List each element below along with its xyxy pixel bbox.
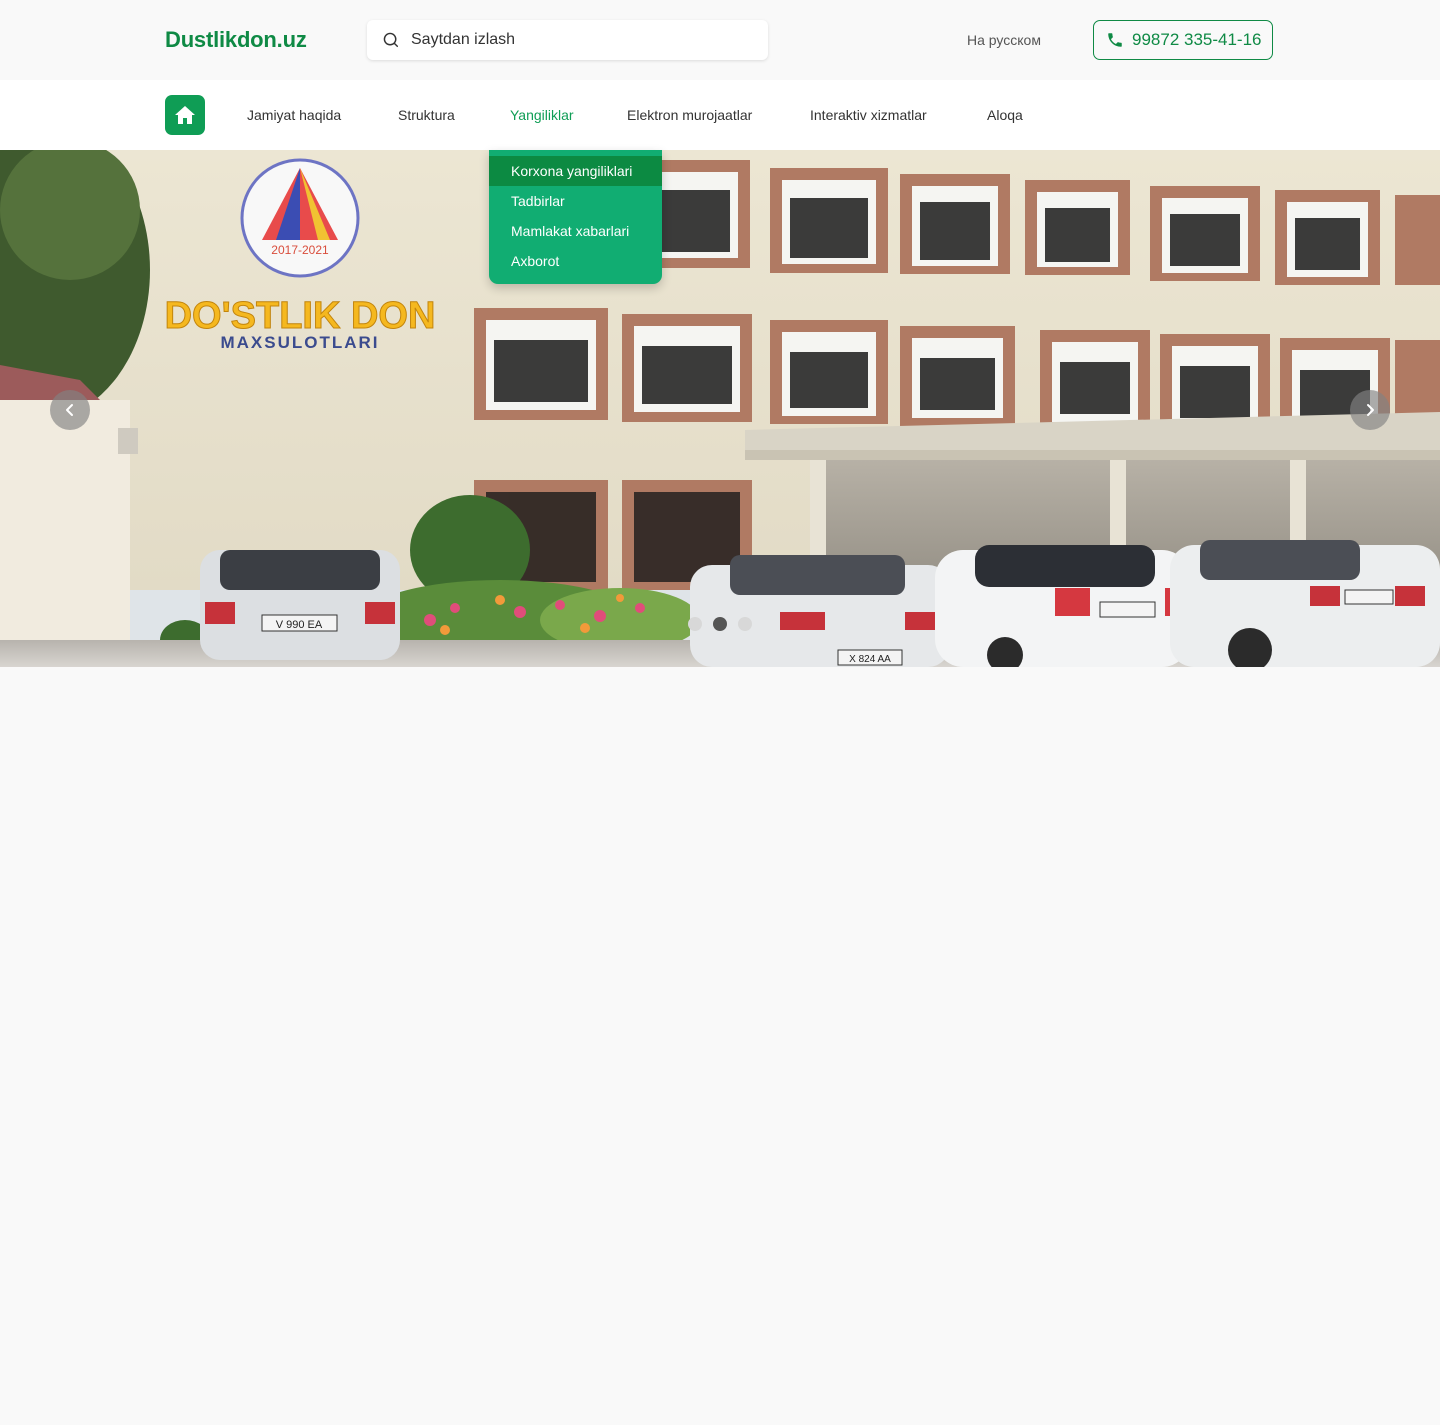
building-sign-main: DO'STLIK DON (165, 295, 436, 337)
chevron-right-icon (1367, 404, 1374, 416)
chevron-left-icon (66, 404, 73, 416)
top-header: Dustlikdon.uz На русском 99872 335-41-16 (0, 0, 1440, 80)
slider-next-button[interactable] (1350, 390, 1390, 430)
site-logo[interactable]: Dustlikdon.uz (165, 27, 307, 53)
search-input[interactable] (411, 31, 741, 49)
home-button[interactable] (165, 95, 205, 135)
nav-item-aloqa[interactable]: Aloqa (987, 107, 1023, 123)
building-sign-sub: MAXSULOTLARI (220, 333, 379, 352)
language-switch-link[interactable]: На русском (967, 32, 1041, 48)
dropdown-item-korxona-yangiliklari[interactable]: Korxona yangiliklari (489, 156, 662, 186)
nav-item-interaktiv-xizmatlar[interactable]: Interaktiv xizmatlar (810, 107, 927, 123)
emblem-years: 2017-2021 (271, 243, 329, 257)
phone-icon (1108, 33, 1122, 47)
home-icon (175, 106, 195, 124)
dropdown-item-mamlakat-xabarlari[interactable]: Mamlakat xabarlari (489, 216, 662, 246)
yangiliklar-dropdown-menu: Korxona yangiliklari Tadbirlar Mamlakat … (489, 150, 662, 284)
phone-number: 99872 335-41-16 (1132, 30, 1262, 49)
nav-item-jamiyat-haqida[interactable]: Jamiyat haqida (247, 107, 341, 123)
nav-item-struktura[interactable]: Struktura (398, 107, 455, 123)
slider-dot-2[interactable] (713, 617, 727, 631)
license-plate-2: X 824 AA (849, 654, 891, 665)
slider-dot-1[interactable] (688, 617, 702, 631)
search-box[interactable] (367, 20, 768, 60)
slider-pagination (688, 617, 752, 631)
nav-item-yangiliklar[interactable]: Yangiliklar (510, 107, 574, 123)
hero-slider: 2017-2021 DO'STLIK DON MAXSULOTLARI V 99… (0, 150, 1440, 667)
slider-dot-3[interactable] (738, 617, 752, 631)
search-icon (383, 32, 399, 48)
main-navigation: Jamiyat haqida Struktura Yangiliklar Ele… (0, 80, 1440, 150)
slider-prev-button[interactable] (50, 390, 90, 430)
license-plate-1: V 990 EA (276, 619, 323, 631)
phone-button[interactable]: 99872 335-41-16 (1093, 20, 1273, 60)
dropdown-item-axborot[interactable]: Axborot (489, 246, 662, 276)
hero-image: 2017-2021 DO'STLIK DON MAXSULOTLARI V 99… (0, 150, 1440, 667)
nav-item-elektron-murojaatlar[interactable]: Elektron murojaatlar (627, 107, 752, 123)
dropdown-item-tadbirlar[interactable]: Tadbirlar (489, 186, 662, 216)
